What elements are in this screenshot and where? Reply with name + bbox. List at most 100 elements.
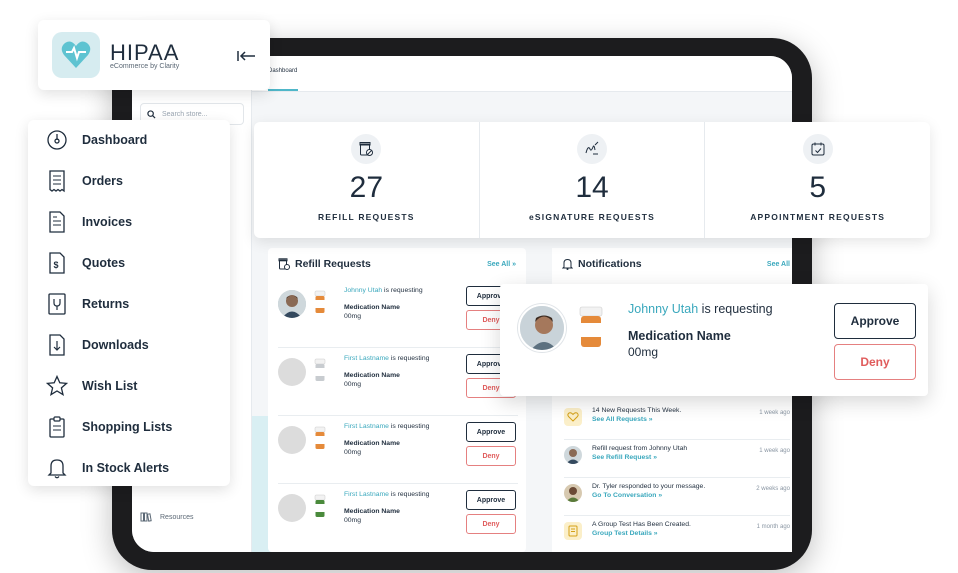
- nav-item-label: In Stock Alerts: [82, 461, 170, 475]
- stat-refill-requests[interactable]: 27 REFILL REQUESTS: [254, 122, 480, 238]
- svg-text:$: $: [54, 260, 59, 270]
- medication-name: Medication Name: [344, 304, 400, 311]
- stat-value: 14: [575, 171, 609, 204]
- nav-item-label: Orders: [82, 174, 123, 188]
- requester-name[interactable]: First Lastname: [344, 355, 389, 362]
- list-item: First Lastname is requesting Medication …: [278, 486, 518, 552]
- heart-logo-icon: [52, 32, 100, 78]
- medication-name: Medication Name: [628, 329, 731, 343]
- document-icon: [564, 522, 582, 540]
- star-icon: [46, 374, 68, 398]
- nav-item-orders[interactable]: Orders: [46, 169, 123, 193]
- notification-text: Dr. Tyler responded to your message.: [592, 483, 706, 490]
- app-topbar: Dashboard: [252, 56, 792, 92]
- avatar: [278, 358, 306, 386]
- notifications-panel-title: Notifications: [562, 258, 642, 270]
- stat-value: 27: [349, 171, 384, 204]
- stats-card: 27 REFILL REQUESTS 14 eSIGNATURE REQUEST…: [254, 122, 930, 238]
- list-item[interactable]: Dr. Tyler responded to your message. Go …: [564, 478, 790, 516]
- nav-item-label: Wish List: [82, 379, 138, 393]
- stat-appointment-requests[interactable]: 5 APPOINTMENT REQUESTS: [705, 122, 930, 238]
- nav-item-quotes[interactable]: $ Quotes: [46, 251, 125, 275]
- see-all-refills-link[interactable]: See All »: [487, 261, 516, 268]
- avatar: [518, 304, 566, 352]
- search-icon: [147, 109, 156, 119]
- refill-requests-panel: Refill Requests See All » Johnny Utah is…: [268, 248, 526, 552]
- deny-button[interactable]: Deny: [466, 514, 516, 534]
- avatar: [278, 290, 306, 318]
- quote-icon: $: [46, 251, 68, 275]
- notification-text: 14 New Requests This Week.: [592, 407, 682, 414]
- sidebar-item-label: Resources: [160, 513, 194, 521]
- notification-link[interactable]: See Refill Request »: [592, 453, 687, 462]
- deny-button[interactable]: Deny: [834, 344, 916, 380]
- nav-item-invoices[interactable]: Invoices: [46, 210, 132, 234]
- requester-name[interactable]: Johnny Utah: [344, 287, 382, 294]
- collapse-left-icon: [237, 51, 255, 61]
- nav-item-downloads[interactable]: Downloads: [46, 333, 149, 357]
- featured-request-card: Johnny Utah is requesting Medication Nam…: [500, 284, 928, 396]
- medication-dose: 00mg: [344, 517, 362, 524]
- prescription-icon: [278, 258, 290, 270]
- heart-icon: [564, 408, 582, 426]
- invoice-icon: [46, 210, 68, 234]
- download-icon: [46, 333, 68, 357]
- approve-button[interactable]: Approve: [466, 490, 516, 510]
- deny-button[interactable]: Deny: [466, 446, 516, 466]
- nav-item-label: Invoices: [82, 215, 133, 229]
- notification-time: 2 weeks ago: [756, 486, 790, 492]
- nav-item-dashboard[interactable]: Dashboard: [46, 128, 147, 152]
- list-item: First Lastname is requesting Medication …: [278, 418, 518, 484]
- nav-item-wish-list[interactable]: Wish List: [46, 374, 137, 398]
- list-item: First Lastname is requesting Medication …: [278, 350, 518, 416]
- pill-bottle-icon: [314, 426, 326, 449]
- nav-item-returns[interactable]: Returns: [46, 292, 129, 316]
- receipt-icon: [46, 169, 68, 193]
- stat-label: REFILL REQUESTS: [317, 212, 415, 222]
- medication-dose: 00mg: [344, 313, 362, 320]
- prescription-icon: [351, 134, 382, 164]
- brand-card: HIPAA eCommerce by Clarity: [38, 20, 270, 90]
- notification-link[interactable]: Go To Conversation »: [592, 491, 705, 500]
- see-all-notifications-link[interactable]: See All: [767, 261, 790, 268]
- search-placeholder: Search store...: [162, 110, 208, 118]
- notification-link[interactable]: Group Test Details »: [592, 529, 691, 538]
- list-item[interactable]: Refill request from Johnny Utah See Refi…: [564, 440, 790, 478]
- avatar: [278, 426, 306, 454]
- signature-icon: [577, 134, 607, 164]
- stat-label: APPOINTMENT REQUESTS: [750, 212, 886, 222]
- medication-name: Medication Name: [344, 372, 400, 379]
- notification-time: 1 week ago: [759, 410, 790, 416]
- notifications-panel-header: Notifications See All: [562, 258, 790, 270]
- avatar: [564, 446, 582, 464]
- avatar: [564, 484, 582, 502]
- pill-bottle-icon: [314, 290, 326, 313]
- requester-name[interactable]: First Lastname: [344, 423, 389, 430]
- approve-button[interactable]: Approve: [466, 422, 516, 442]
- notification-link[interactable]: See All Requests »: [592, 415, 681, 424]
- medication-dose: 00mg: [628, 345, 659, 359]
- nav-item-label: Shopping Lists: [82, 420, 173, 434]
- sidebar-item-resources[interactable]: Resources: [140, 512, 193, 522]
- refill-panel-title: Refill Requests: [278, 258, 371, 270]
- list-item[interactable]: A Group Test Has Been Created. Group Tes…: [564, 516, 790, 554]
- stat-value: 5: [809, 171, 827, 204]
- stat-label: eSIGNATURE REQUESTS: [528, 212, 656, 222]
- pill-bottle-icon: [579, 306, 603, 347]
- nav-item-label: Dashboard: [82, 133, 148, 147]
- calendar-icon: [802, 134, 833, 164]
- avatar: [278, 494, 306, 522]
- stat-esignature-requests[interactable]: 14 eSIGNATURE REQUESTS: [480, 122, 706, 238]
- list-item[interactable]: 14 New Requests This Week. See All Reque…: [564, 402, 790, 440]
- list-item: Johnny Utah is requesting Medication Nam…: [278, 282, 518, 348]
- collapse-sidebar-button[interactable]: [234, 48, 258, 64]
- approve-button[interactable]: Approve: [834, 303, 916, 339]
- nav-item-shopping-lists[interactable]: Shopping Lists: [46, 415, 172, 439]
- requester-name[interactable]: Johnny Utah: [628, 302, 698, 316]
- tab-dashboard[interactable]: Dashboard: [268, 68, 297, 74]
- brand-subtitle: eCommerce by Clarity: [110, 63, 180, 70]
- speedometer-icon: [46, 128, 68, 152]
- notification-time: 1 week ago: [759, 448, 790, 454]
- requester-name[interactable]: First Lastname: [344, 491, 389, 498]
- nav-item-in-stock-alerts[interactable]: In Stock Alerts: [46, 456, 169, 480]
